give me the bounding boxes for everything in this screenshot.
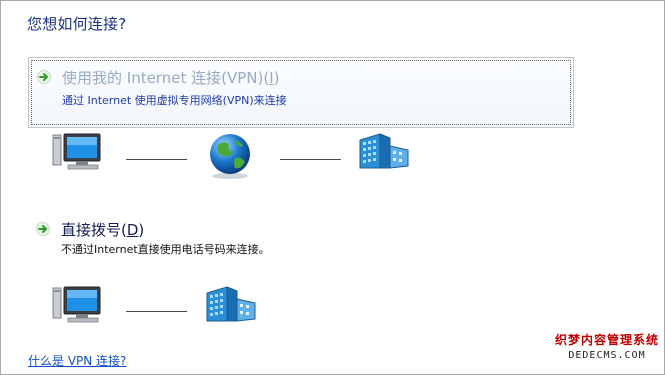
watermark-line2: DEDECMS.COM [568, 350, 646, 361]
workplace-building-icon [359, 133, 409, 169]
connection-line [126, 311, 187, 312]
vpn-help-link[interactable]: 什么是 VPN 连接? [28, 352, 126, 369]
workplace-building-icon [206, 286, 256, 322]
computer-monitor-icon [52, 133, 101, 170]
computer-monitor-icon [52, 286, 101, 323]
watermark-line1: 织梦内容管理系统 [554, 333, 659, 347]
option-dial-title: 直接拨号(D) [61, 221, 145, 239]
option-vpn[interactable]: 使用我的 Internet 连接(VPN)(I) 通过 Internet 使用虚… [28, 57, 574, 128]
connection-line [126, 159, 187, 160]
option-dial-description: 不通过Internet直接使用电话号码来连接。 [61, 243, 270, 256]
option-dial-direct[interactable]: 直接拨号(D) 不通过Internet直接使用电话号码来连接。 [28, 212, 574, 262]
option-vpn-description: 通过 Internet 使用虚拟专用网络(VPN)来连接 [62, 94, 287, 107]
green-arrow-icon [36, 222, 50, 236]
option-vpn-title: 使用我的 Internet 连接(VPN)(I) [62, 69, 280, 87]
globe-icon [210, 134, 250, 179]
green-arrow-icon [37, 70, 51, 84]
connection-line [280, 159, 341, 160]
site-watermark: 织梦内容管理系统 DEDECMS.COM [555, 333, 659, 363]
page-title: 您想如何连接? [27, 15, 127, 33]
